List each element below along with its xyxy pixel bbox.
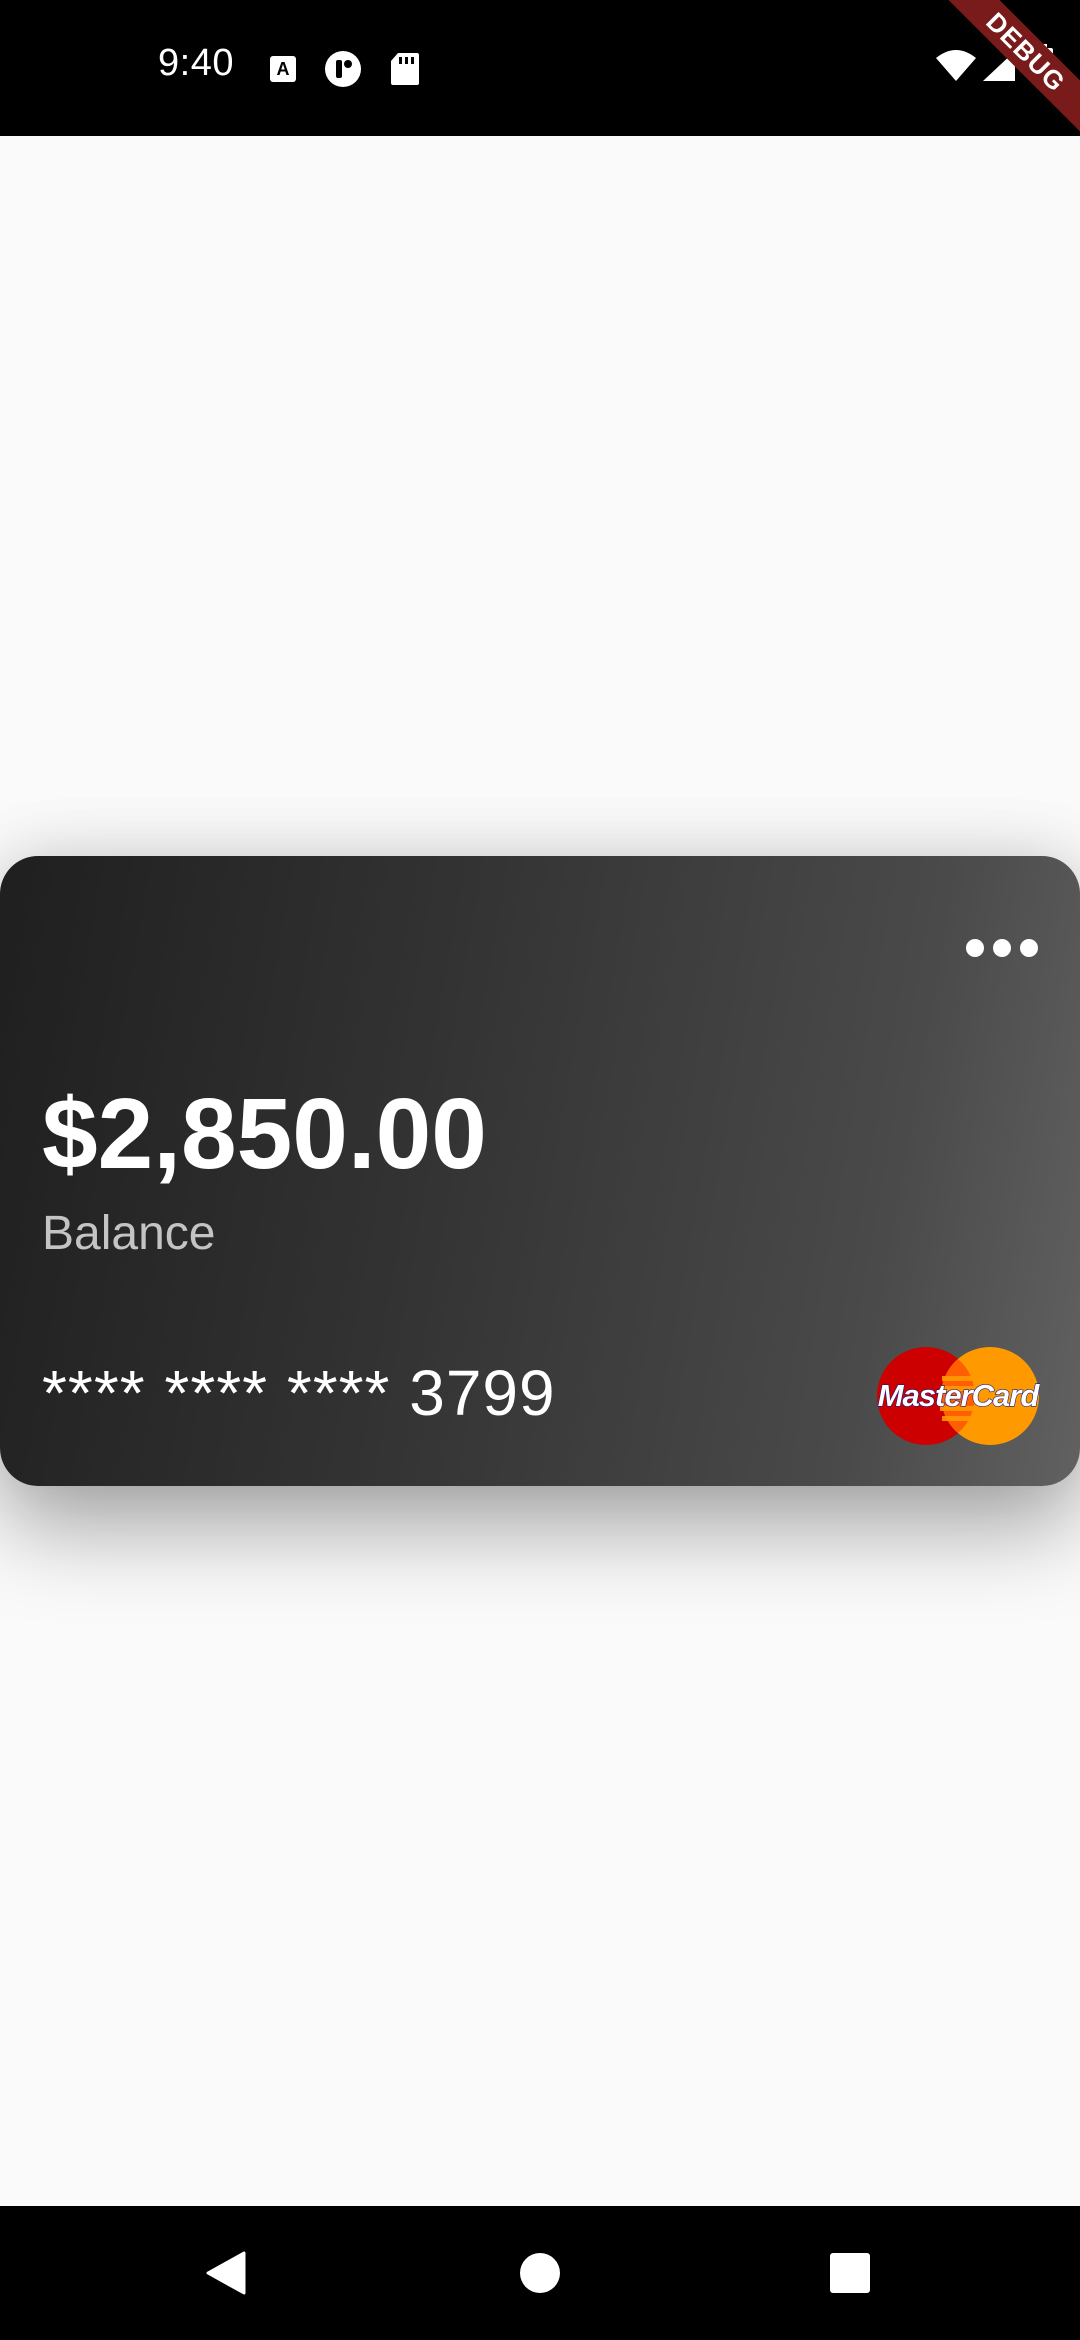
card-number: **** **** **** 3799 <box>42 1357 556 1429</box>
menu-dot <box>993 939 1011 957</box>
home-button[interactable] <box>470 2206 610 2340</box>
back-icon <box>206 2251 246 2295</box>
mastercard-logo: MasterCard <box>876 1346 1042 1446</box>
text-notification-icon: A <box>268 54 298 89</box>
recents-button[interactable] <box>780 2206 920 2340</box>
menu-dot <box>1020 939 1038 957</box>
navigation-bar <box>0 2206 1080 2340</box>
menu-dot <box>966 939 984 957</box>
card-brand-text: MasterCard <box>878 1378 1040 1413</box>
home-icon <box>520 2253 560 2293</box>
sd-card-icon <box>390 52 420 91</box>
status-time: 9:40 <box>158 42 234 84</box>
debug-banner-label: DEBUG <box>921 0 1080 157</box>
app-screen: 9:40 A DEBUG $2,850.00 Balance **** ****… <box>0 0 1080 2340</box>
credit-card[interactable]: $2,850.00 Balance **** **** **** 3799 Ma… <box>0 856 1080 1486</box>
recents-icon <box>830 2253 870 2293</box>
svg-text:A: A <box>277 59 290 79</box>
assistant-icon <box>324 50 362 93</box>
card-balance-label: Balance <box>42 1207 216 1260</box>
card-balance: $2,850.00 <box>42 1078 487 1190</box>
status-bar: 9:40 A DEBUG <box>0 0 1080 157</box>
more-horizontal-icon[interactable] <box>966 928 1038 968</box>
back-button[interactable] <box>156 2206 296 2340</box>
debug-banner: DEBUG <box>920 0 1080 160</box>
